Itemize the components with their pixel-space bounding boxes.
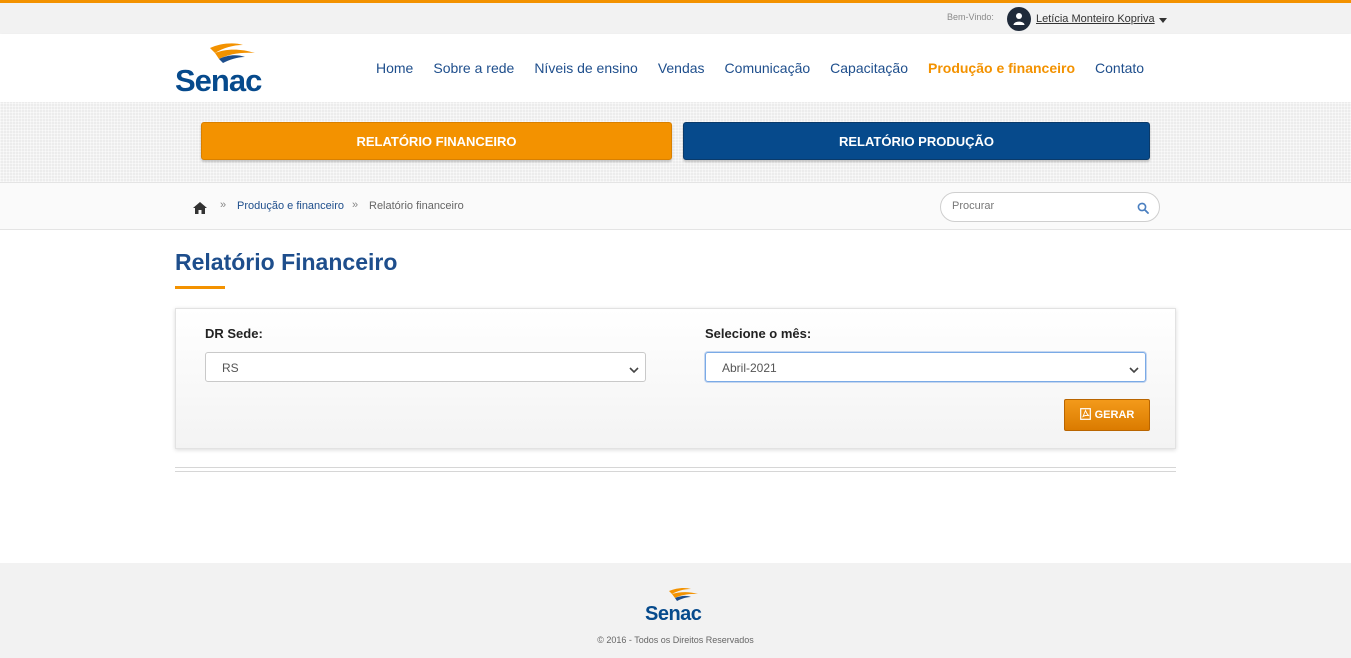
senac-logo[interactable]: Senac [175,39,270,102]
nav-sobre-a-rede[interactable]: Sobre a rede [423,60,524,76]
home-icon[interactable] [193,201,207,219]
chevron-down-icon [629,362,639,380]
svg-text:Senac: Senac [175,63,262,97]
top-bar: Bem-Vindo: Letícia Monteiro Kopriva [0,0,1351,34]
user-avatar-icon[interactable] [1007,7,1031,31]
nav-producao-e-financeiro[interactable]: Produção e financeiro [918,60,1085,76]
gerar-label: GERAR [1094,409,1135,421]
dr-sede-select[interactable]: RS [205,352,646,382]
breadcrumb-link-producao[interactable]: Produção e financeiro [237,200,344,212]
nav-vendas[interactable]: Vendas [648,60,715,76]
gerar-button[interactable]: GERAR [1064,399,1150,431]
nav-contato[interactable]: Contato [1085,60,1154,76]
main-nav: Home Sobre a rede Níveis de ensino Venda… [366,60,1154,76]
relatorio-financeiro-button[interactable]: RELATÓRIO FINANCEIRO [201,122,672,160]
svg-text:Senac: Senac [645,603,702,625]
nav-comunicacao[interactable]: Comunicação [715,60,821,76]
breadcrumb-current: Relatório financeiro [369,200,464,212]
breadcrumb-separator: » [220,199,227,211]
dr-sede-value: RS [222,361,239,375]
report-tabs-band: RELATÓRIO FINANCEIRO RELATÓRIO PRODUÇÃO [0,102,1351,182]
report-form-panel: DR Sede: RS Selecione o mês: Abril-2021 … [175,308,1176,449]
chevron-down-icon [1129,362,1139,380]
footer: Senac © 2016 - Todos os Direitos Reserva… [0,563,1351,658]
mes-label: Selecione o mês: [705,326,812,341]
dr-sede-label: DR Sede: [205,326,263,341]
mes-value: Abril-2021 [722,361,777,375]
content-divider [175,467,1176,472]
user-name-link[interactable]: Letícia Monteiro Kopriva [1036,13,1155,25]
search-icon[interactable] [1137,201,1149,219]
title-underline [175,286,225,289]
breadcrumb-separator: » [352,199,359,211]
nav-capacitacao[interactable]: Capacitação [820,60,918,76]
page-title: Relatório Financeiro [175,249,398,275]
nav-niveis-de-ensino[interactable]: Níveis de ensino [524,60,648,76]
chevron-down-icon[interactable] [1159,18,1167,23]
relatorio-producao-button[interactable]: RELATÓRIO PRODUÇÃO [683,122,1150,160]
copyright-text: © 2016 - Todos os Direitos Reservados [597,635,754,645]
footer-senac-logo: Senac [645,585,707,630]
search-input[interactable] [952,200,1127,212]
welcome-label: Bem-Vindo: [947,12,994,22]
breadcrumb: » Produção e financeiro » Relatório fina… [0,182,1351,230]
search-box [940,192,1160,222]
mes-select[interactable]: Abril-2021 [705,352,1146,382]
main-header: Senac Home Sobre a rede Níveis de ensino… [0,34,1351,102]
nav-home[interactable]: Home [366,60,423,76]
pdf-icon [1079,407,1091,423]
